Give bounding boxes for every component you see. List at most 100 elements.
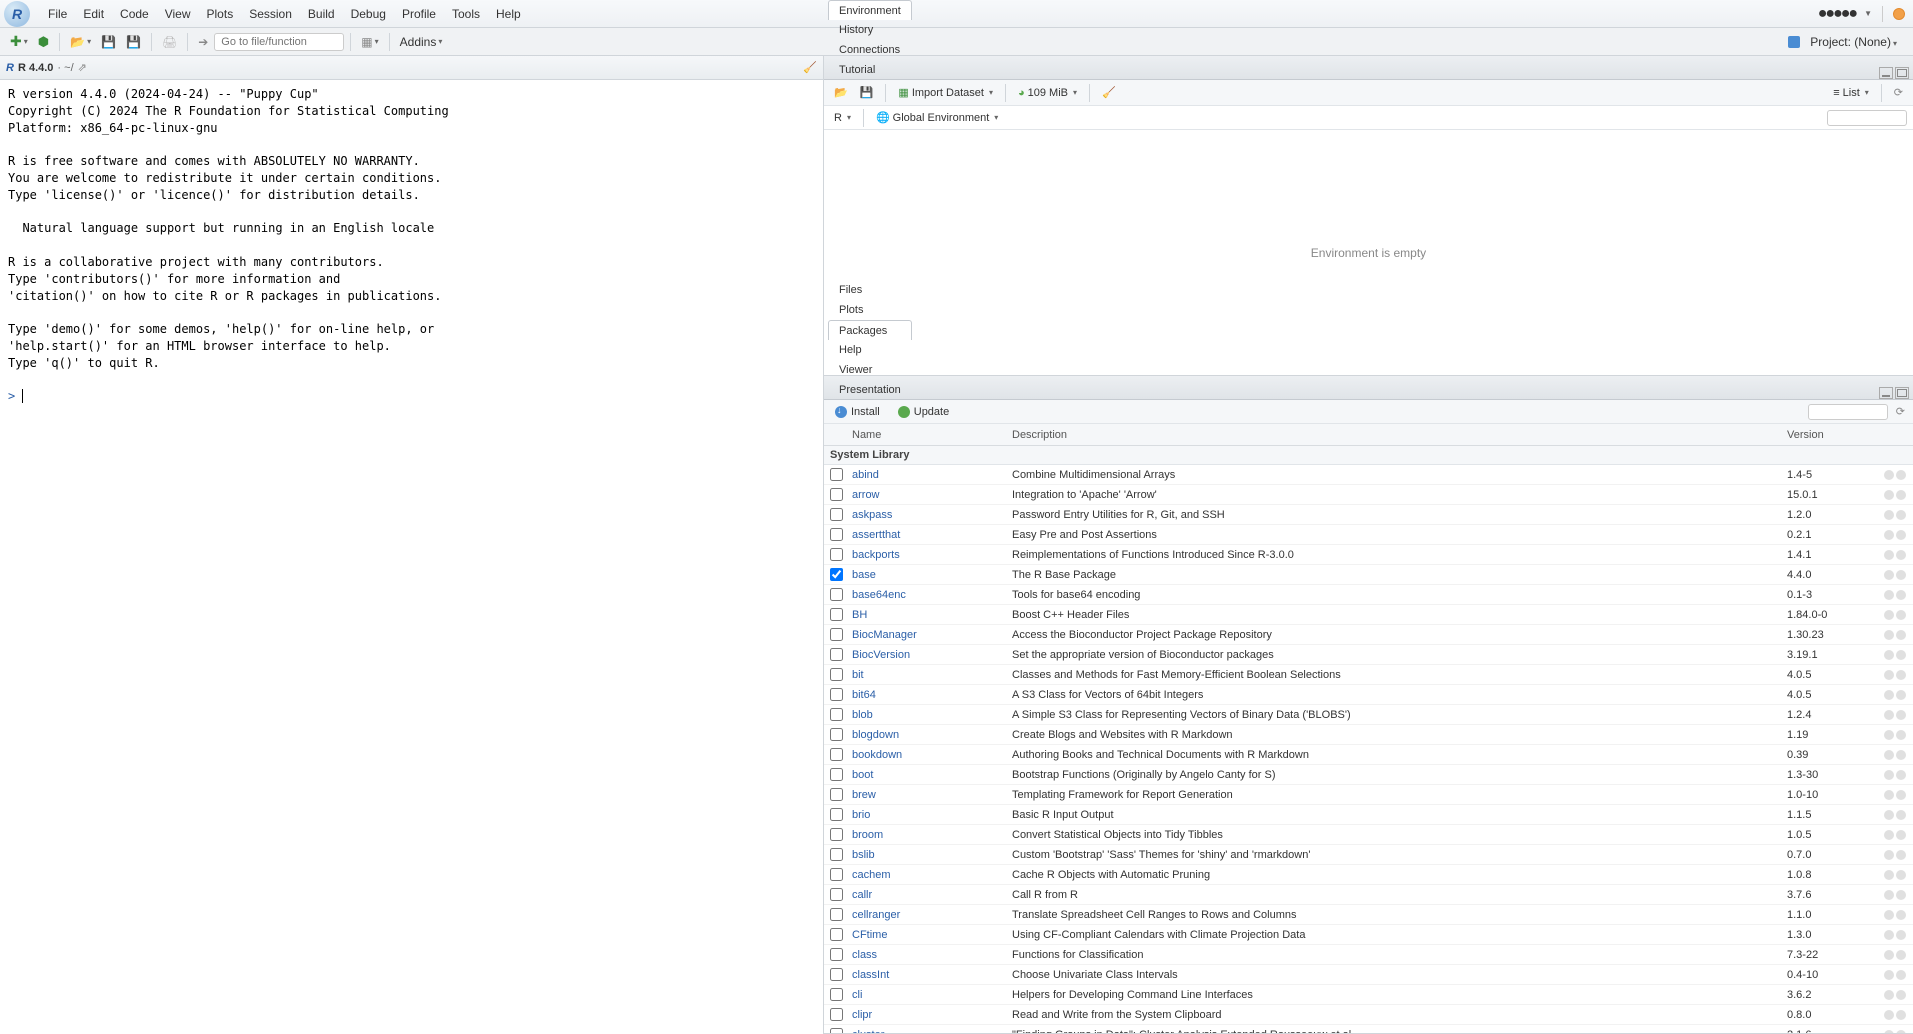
- menu-item-plots[interactable]: Plots: [199, 7, 242, 21]
- package-link[interactable]: CFtime: [852, 929, 887, 941]
- package-web-icon[interactable]: [1884, 770, 1894, 780]
- package-web-icon[interactable]: [1884, 690, 1894, 700]
- package-checkbox[interactable]: [830, 1008, 843, 1021]
- package-checkbox[interactable]: [830, 948, 843, 961]
- package-remove-icon[interactable]: [1896, 750, 1906, 760]
- package-checkbox[interactable]: [830, 828, 843, 841]
- package-remove-icon[interactable]: [1896, 1010, 1906, 1020]
- tab-environment[interactable]: Environment: [828, 0, 912, 20]
- menu-item-help[interactable]: Help: [488, 7, 529, 21]
- load-workspace-button[interactable]: 📂: [830, 84, 852, 101]
- project-selector[interactable]: Project: (None)▾: [1804, 35, 1903, 49]
- package-link[interactable]: cachem: [852, 869, 891, 881]
- package-link[interactable]: broom: [852, 829, 883, 841]
- env-search-input[interactable]: [1827, 110, 1907, 126]
- package-link[interactable]: brew: [852, 789, 876, 801]
- package-web-icon[interactable]: [1884, 590, 1894, 600]
- package-web-icon[interactable]: [1884, 550, 1894, 560]
- package-checkbox[interactable]: [830, 688, 843, 701]
- package-link[interactable]: bookdown: [852, 749, 902, 761]
- pkg-table-body[interactable]: System Library abindCombine Multidimensi…: [824, 446, 1913, 1033]
- package-checkbox[interactable]: [830, 928, 843, 941]
- package-remove-icon[interactable]: [1896, 570, 1906, 580]
- package-checkbox[interactable]: [830, 728, 843, 741]
- console-popout-icon[interactable]: ⇗: [78, 61, 87, 74]
- maximize-panel-icon[interactable]: [1895, 67, 1909, 79]
- package-link[interactable]: blob: [852, 709, 873, 721]
- package-link[interactable]: brio: [852, 809, 870, 821]
- tab-plots[interactable]: Plots: [828, 299, 912, 319]
- menu-item-code[interactable]: Code: [112, 7, 157, 21]
- package-checkbox[interactable]: [830, 848, 843, 861]
- package-remove-icon[interactable]: [1896, 630, 1906, 640]
- menu-item-file[interactable]: File: [40, 7, 75, 21]
- package-web-icon[interactable]: [1884, 870, 1894, 880]
- package-link[interactable]: BiocVersion: [852, 649, 910, 661]
- refresh-env-button[interactable]: ⟳: [1890, 84, 1907, 101]
- addins-button[interactable]: Addins▾: [396, 33, 447, 51]
- package-remove-icon[interactable]: [1896, 470, 1906, 480]
- menu-item-build[interactable]: Build: [300, 7, 343, 21]
- package-checkbox[interactable]: [830, 668, 843, 681]
- package-checkbox[interactable]: [830, 548, 843, 561]
- package-link[interactable]: BiocManager: [852, 629, 917, 641]
- update-button[interactable]: Update: [891, 403, 956, 421]
- open-file-button[interactable]: 📂▾: [66, 33, 95, 51]
- maximize-panel-icon[interactable]: [1895, 387, 1909, 399]
- goto-file-input[interactable]: [214, 33, 344, 51]
- package-web-icon[interactable]: [1884, 950, 1894, 960]
- status-dot-icon[interactable]: [1893, 8, 1905, 20]
- clear-console-icon[interactable]: 🧹: [803, 61, 817, 74]
- package-link[interactable]: bslib: [852, 849, 875, 861]
- tab-viewer[interactable]: Viewer: [828, 359, 912, 379]
- package-web-icon[interactable]: [1884, 530, 1894, 540]
- package-remove-icon[interactable]: [1896, 910, 1906, 920]
- tab-packages[interactable]: Packages: [828, 320, 912, 340]
- minimize-panel-icon[interactable]: [1879, 387, 1893, 399]
- package-link[interactable]: base64enc: [852, 589, 906, 601]
- package-remove-icon[interactable]: [1896, 990, 1906, 1000]
- package-remove-icon[interactable]: [1896, 790, 1906, 800]
- package-link[interactable]: cellranger: [852, 909, 900, 921]
- package-link[interactable]: cli: [852, 989, 862, 1001]
- package-checkbox[interactable]: [830, 628, 843, 641]
- package-remove-icon[interactable]: [1896, 670, 1906, 680]
- package-checkbox[interactable]: [830, 528, 843, 541]
- package-checkbox[interactable]: [830, 788, 843, 801]
- refresh-packages-button[interactable]: ⟳: [1892, 403, 1909, 420]
- package-web-icon[interactable]: [1884, 1010, 1894, 1020]
- package-link[interactable]: callr: [852, 889, 872, 901]
- package-remove-icon[interactable]: [1896, 850, 1906, 860]
- tab-help[interactable]: Help: [828, 339, 912, 359]
- package-link[interactable]: classInt: [852, 969, 889, 981]
- pkg-search-input[interactable]: [1808, 404, 1888, 420]
- package-link[interactable]: cluster: [852, 1029, 884, 1034]
- package-remove-icon[interactable]: [1896, 510, 1906, 520]
- package-remove-icon[interactable]: [1896, 950, 1906, 960]
- grid-button[interactable]: ▦▾: [357, 33, 382, 51]
- minimize-panel-icon[interactable]: [1879, 67, 1893, 79]
- package-checkbox[interactable]: [830, 468, 843, 481]
- package-web-icon[interactable]: [1884, 810, 1894, 820]
- language-scope-button[interactable]: R▾: [830, 110, 855, 126]
- dropdown-caret-icon[interactable]: ▼: [1864, 9, 1872, 18]
- package-web-icon[interactable]: [1884, 750, 1894, 760]
- package-link[interactable]: bit: [852, 669, 864, 681]
- install-button[interactable]: Install: [828, 403, 887, 421]
- package-link[interactable]: base: [852, 569, 876, 581]
- package-checkbox[interactable]: [830, 1028, 843, 1033]
- package-remove-icon[interactable]: [1896, 730, 1906, 740]
- package-web-icon[interactable]: [1884, 710, 1894, 720]
- package-remove-icon[interactable]: [1896, 890, 1906, 900]
- goto-arrow-icon[interactable]: ➔: [194, 33, 212, 51]
- package-web-icon[interactable]: [1884, 570, 1894, 580]
- package-checkbox[interactable]: [830, 648, 843, 661]
- package-checkbox[interactable]: [830, 768, 843, 781]
- package-remove-icon[interactable]: [1896, 610, 1906, 620]
- new-file-button[interactable]: ✚▾: [6, 31, 32, 52]
- clear-workspace-button[interactable]: 🧹: [1098, 84, 1120, 101]
- environment-scope-button[interactable]: 🌐 Global Environment▾: [872, 109, 1002, 126]
- memory-usage-button[interactable]: ◕ 109 MiB▾: [1014, 85, 1081, 101]
- package-web-icon[interactable]: [1884, 910, 1894, 920]
- package-link[interactable]: blogdown: [852, 729, 899, 741]
